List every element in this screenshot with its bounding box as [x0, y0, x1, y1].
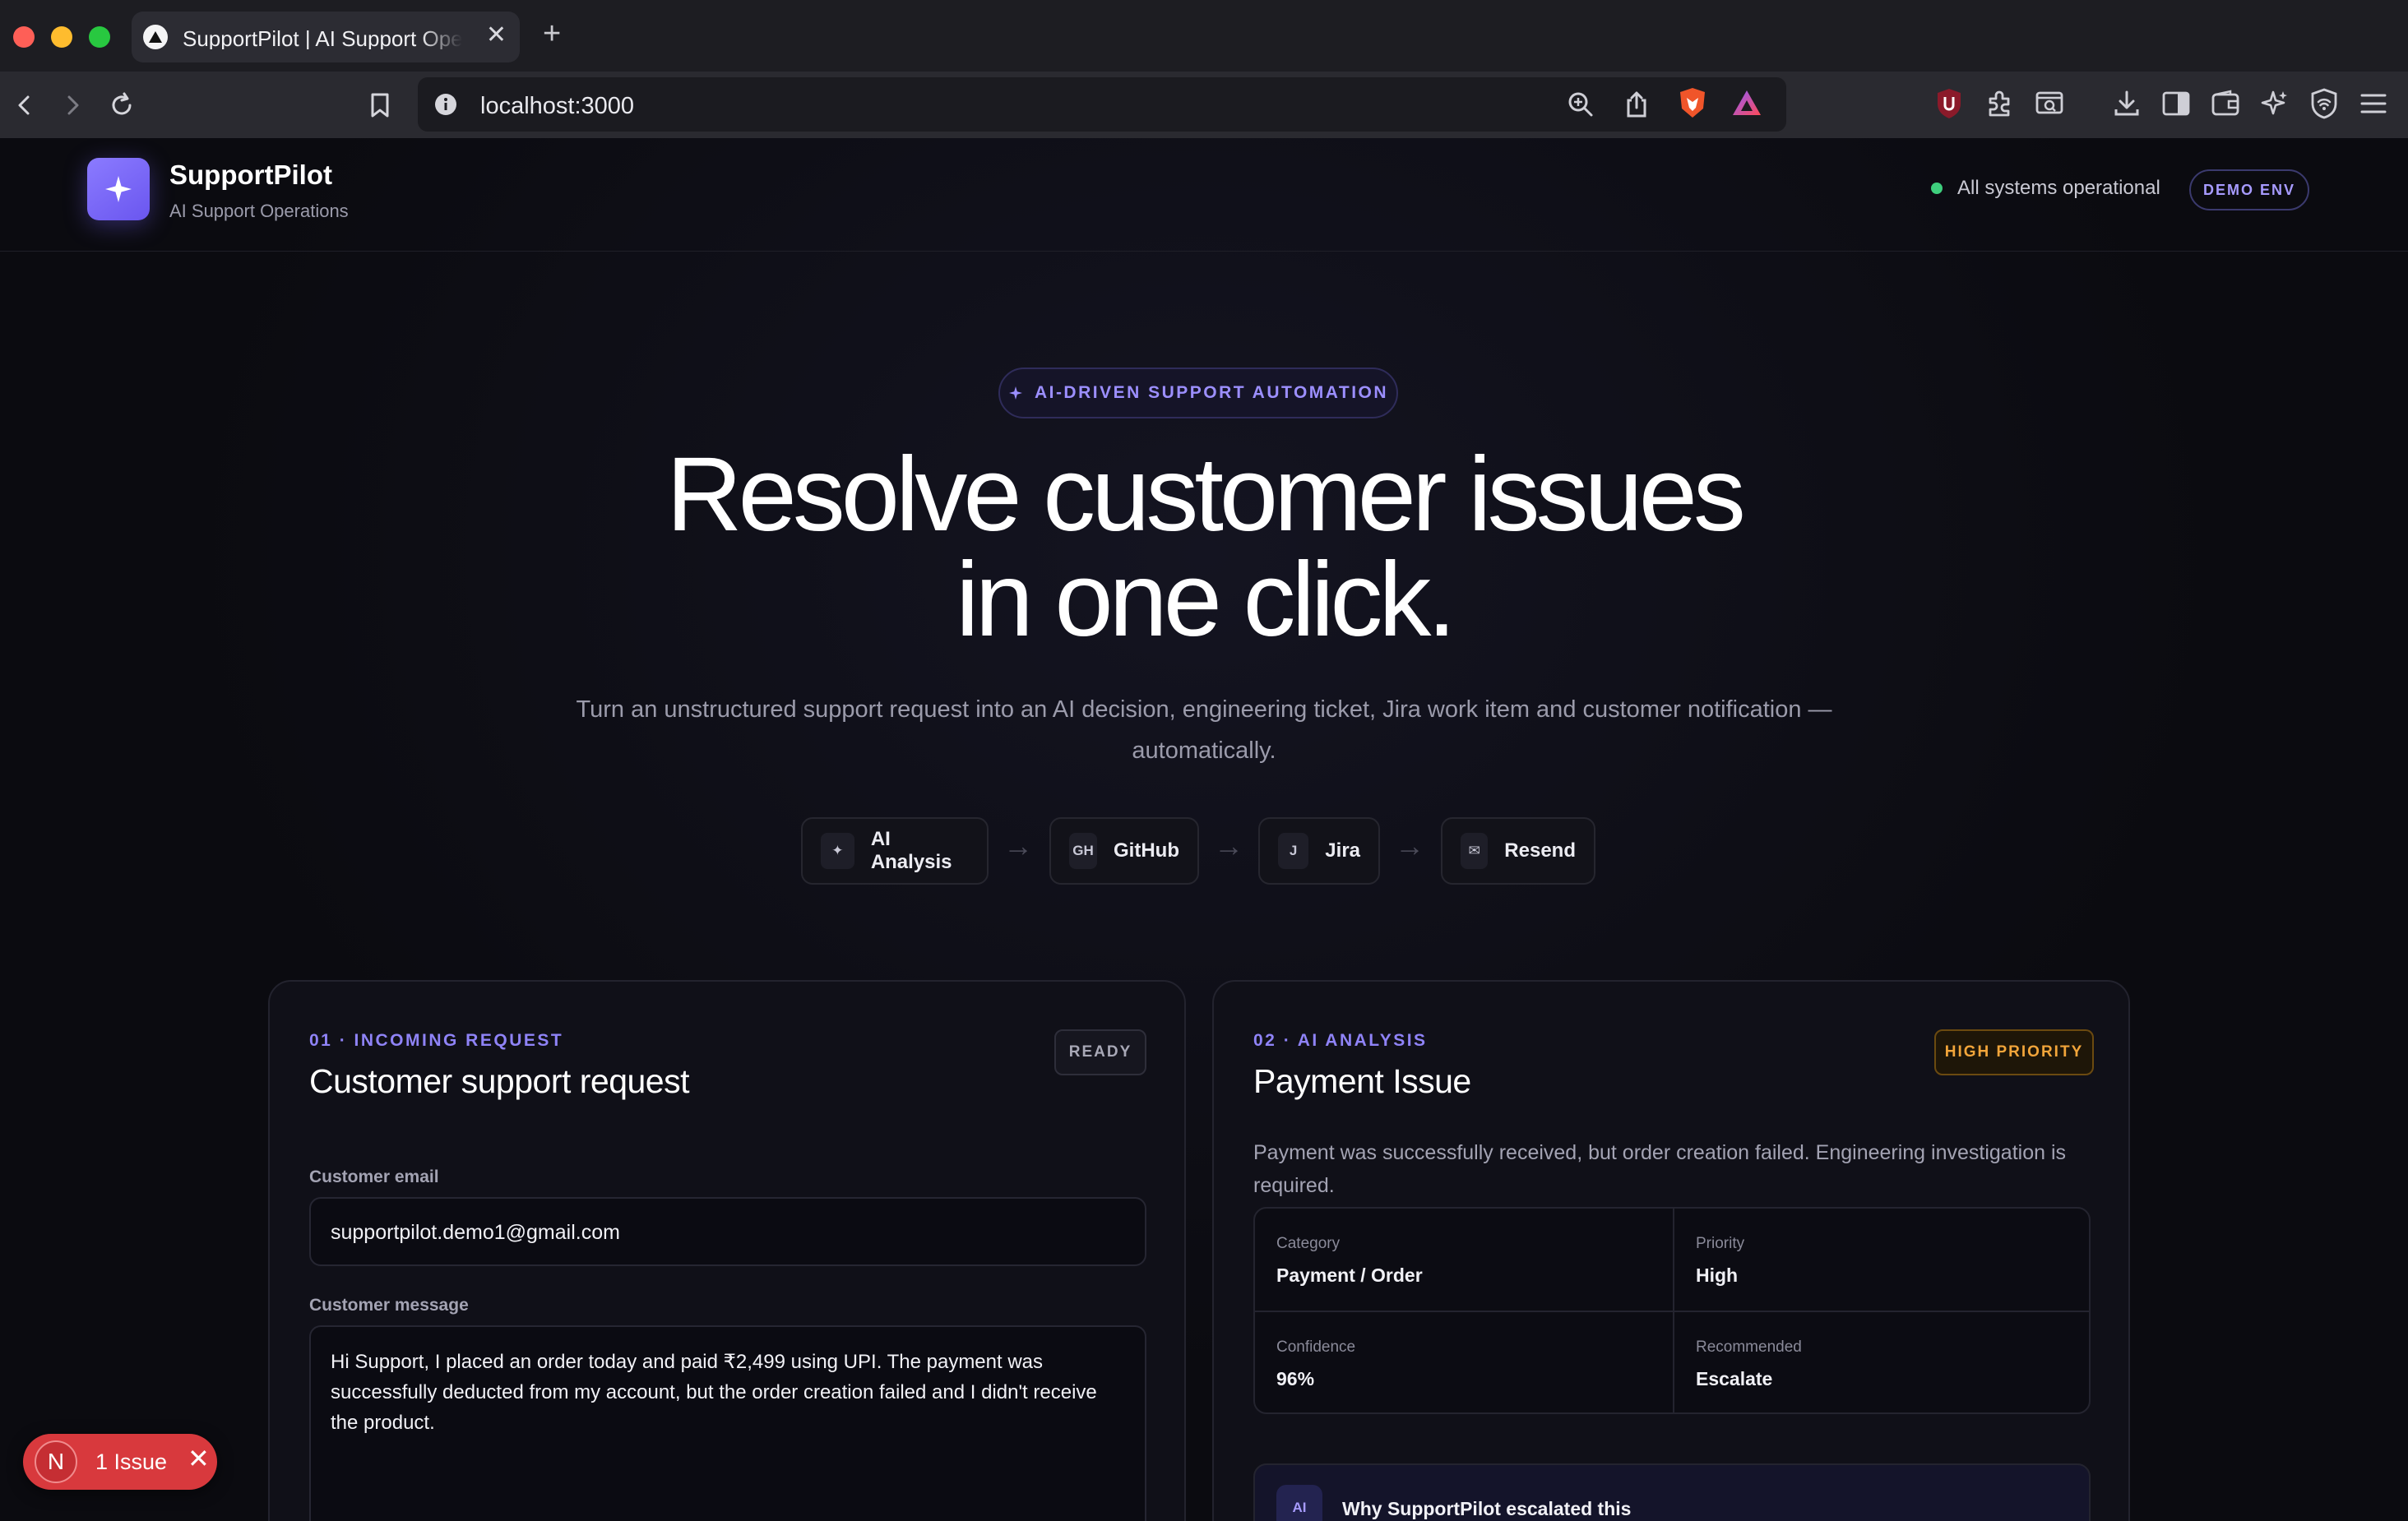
close-icon[interactable]: ✕ [188, 1445, 210, 1472]
meta-recommended: Recommended Escalate [1674, 1312, 2089, 1412]
analysis-summary: Payment was successfully received, but o… [1253, 1141, 2067, 1197]
tab-title: SupportPilot | AI Support Operations [183, 26, 462, 49]
card-eyebrow: 01 · INCOMING REQUEST [309, 1031, 564, 1050]
mail-icon: ✉ [1461, 833, 1489, 869]
window-zoom-button[interactable] [89, 26, 110, 48]
menu-icon[interactable] [2357, 87, 2390, 120]
sidebar-toggle-icon[interactable] [2160, 87, 2193, 120]
meta-value: High [1696, 1264, 1739, 1286]
brand-subtitle: AI Support Operations [169, 201, 349, 221]
escalation-reason-panel[interactable]: AI Why SupportPilot escalated this [1253, 1463, 2091, 1521]
meta-label: Confidence [1276, 1338, 1356, 1356]
meta-confidence: Confidence 96% [1255, 1312, 1673, 1412]
incoming-request-card: 01 · INCOMING REQUEST Customer support r… [268, 980, 1186, 1521]
email-label: Customer email [309, 1167, 439, 1186]
flow-step-github: GH GitHub [1049, 817, 1199, 885]
forward-icon[interactable] [54, 87, 90, 123]
meta-value: Payment / Order [1276, 1264, 1423, 1286]
reload-icon[interactable] [104, 87, 140, 123]
hero-title-line2: in one click. [956, 541, 1456, 659]
brave-shield-icon[interactable] [1676, 86, 1709, 119]
flow-step-resend: ✉ Resend [1441, 817, 1595, 885]
analysis-meta-grid: Category Payment / Order Priority High C… [1253, 1207, 2091, 1414]
browser-toolbar: localhost:3000 [0, 72, 2408, 191]
email-value: supportpilot.demo1@gmail.com [331, 1221, 620, 1244]
zoom-icon[interactable] [1564, 88, 1597, 121]
brand-name: SupportPilot [169, 159, 332, 190]
sparkle-icon [1008, 386, 1022, 400]
share-icon[interactable] [1620, 88, 1653, 121]
card-title: Customer support request [309, 1062, 690, 1100]
ai-analysis-card: 02 · AI ANALYSIS Payment Issue HIGH PRIO… [1212, 980, 2130, 1521]
browser-tab-bar: SupportPilot | AI Support Operations ✕ + [0, 0, 2408, 72]
app-header: SupportPilot AI Support Operations All s… [0, 138, 2408, 252]
tab-close-icon[interactable]: ✕ [486, 23, 507, 48]
hero-eyebrow-text: AI-DRIVEN SUPPORT AUTOMATION [1034, 383, 1389, 402]
github-icon: GH [1069, 833, 1098, 869]
flow-step-label: GitHub [1114, 839, 1179, 862]
env-badge: DEMO ENV [2189, 169, 2309, 210]
downloads-icon[interactable] [2110, 87, 2143, 120]
meta-priority: Priority High [1674, 1209, 2089, 1311]
brand-logo[interactable] [87, 158, 150, 220]
address-bar[interactable]: localhost:3000 [418, 77, 1786, 132]
brave-rewards-icon[interactable] [1730, 86, 1763, 119]
hero-subtitle: Turn an unstructured support request int… [576, 696, 1832, 764]
extensions-icon[interactable] [1984, 87, 2017, 120]
priority-badge: HIGH PRIORITY [1934, 1029, 2094, 1075]
back-icon[interactable] [7, 87, 43, 123]
new-tab-button[interactable]: + [543, 18, 561, 49]
sparkle-icon [105, 176, 132, 202]
meta-value: Escalate [1696, 1368, 1773, 1389]
status-badge: READY [1054, 1029, 1146, 1075]
meta-value: 96% [1276, 1368, 1315, 1389]
flow-arrow-icon: → [1003, 829, 1033, 862]
url-text: localhost:3000 [480, 93, 635, 119]
site-info-icon[interactable] [433, 91, 459, 118]
hero-title: Resolve customer issues in one click. [382, 442, 2026, 653]
flow-arrow-icon: → [1214, 829, 1243, 862]
card-eyebrow: 02 · AI ANALYSIS [1253, 1031, 1428, 1050]
browser-tab-active[interactable]: SupportPilot | AI Support Operations ✕ [132, 12, 520, 62]
meta-label: Priority [1696, 1235, 1745, 1252]
wallet-icon[interactable] [2209, 87, 2242, 120]
flow-step-jira: J Jira [1258, 817, 1380, 885]
meta-label: Recommended [1696, 1338, 1802, 1356]
window-minimize-button[interactable] [51, 26, 72, 48]
dev-issues-badge[interactable]: N 1 Issue ✕ [23, 1434, 217, 1490]
flow-step-label: AI Analysis [870, 828, 952, 873]
message-value: Hi Support, I placed an order today and … [331, 1351, 1097, 1434]
reader-mode-icon[interactable] [2033, 87, 2066, 120]
meta-category: Category Payment / Order [1255, 1209, 1673, 1311]
hero-eyebrow: AI-DRIVEN SUPPORT AUTOMATION [998, 368, 1398, 418]
meta-label: Category [1276, 1235, 1341, 1252]
window-close-button[interactable] [13, 26, 35, 48]
flow-step-label: Jira [1325, 839, 1360, 862]
vercel-triangle-icon [143, 25, 168, 49]
jira-icon: J [1278, 833, 1309, 869]
escalation-reason-title: Why SupportPilot escalated this [1342, 1498, 1632, 1519]
page-viewport: SupportPilot AI Support Operations All s… [0, 138, 2408, 1521]
message-textarea[interactable]: Hi Support, I placed an order today and … [309, 1325, 1146, 1521]
ai-icon: AI [1276, 1485, 1322, 1521]
issues-count: 1 Issue [95, 1449, 168, 1474]
flow-step-ai-analysis: ✦ AI Analysis [801, 817, 989, 885]
email-field[interactable]: supportpilot.demo1@gmail.com [309, 1197, 1146, 1266]
flow-step-label: Resend [1504, 839, 1576, 862]
message-label: Customer message [309, 1296, 469, 1315]
card-title: Payment Issue [1253, 1062, 1471, 1100]
leo-ai-icon[interactable] [2258, 87, 2291, 120]
bookmark-icon[interactable] [362, 87, 398, 123]
sparkle-icon: ✦ [821, 833, 854, 869]
ublock-icon[interactable] [1933, 87, 1966, 120]
hero-title-line1: Resolve customer issues [666, 436, 1746, 553]
flow-arrow-icon: → [1395, 829, 1424, 862]
system-status: All systems operational [1957, 177, 2160, 199]
nextjs-logo-icon: N [35, 1440, 77, 1483]
vpn-shield-icon[interactable] [2308, 87, 2341, 120]
status-indicator-dot [1931, 183, 1943, 194]
